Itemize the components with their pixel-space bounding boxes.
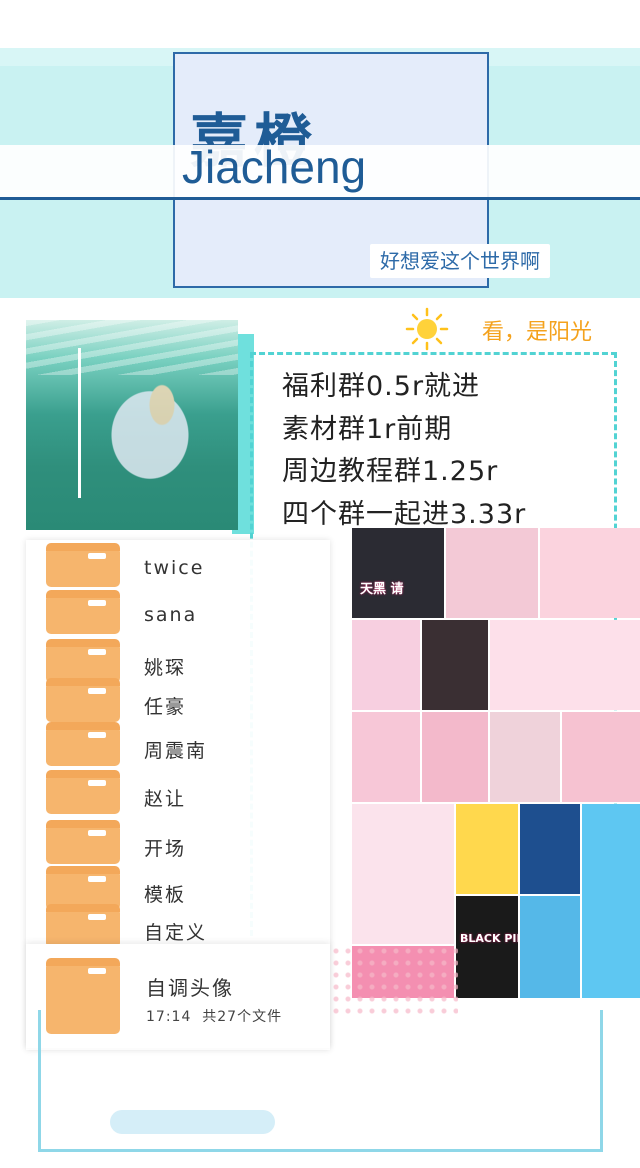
collage-tile: 天黑 请 (352, 528, 444, 618)
file-name: twice (144, 557, 205, 579)
folder-icon (46, 639, 120, 683)
collage-tile (562, 712, 640, 802)
file-name: 模板 (144, 884, 187, 906)
file-name: 自调头像 (146, 976, 234, 1000)
file-name: 周震南 (144, 740, 208, 762)
collage-tile (352, 620, 420, 710)
file-name: 姚琛 (144, 657, 187, 679)
collage-tile (520, 896, 580, 998)
collage-tile (540, 528, 640, 618)
collage-tile (422, 712, 488, 802)
collage-tile: BLACK PINK (456, 896, 518, 998)
folder-icon (46, 820, 120, 864)
collage-tile (456, 804, 518, 894)
file-item[interactable]: 开场 (26, 820, 356, 868)
file-item[interactable]: 赵让 (26, 770, 356, 818)
collage-tile (520, 804, 580, 894)
file-name: 赵让 (144, 788, 187, 810)
file-item[interactable]: twice (26, 543, 356, 591)
price-item: 素材群1r前期 (282, 413, 453, 445)
girl-figure (96, 360, 216, 510)
bottom-pill (110, 1110, 275, 1134)
pink-dot-pattern (330, 945, 458, 1015)
price-item: 周边教程群1.25r (282, 456, 499, 487)
file-name: 自定义 (144, 922, 208, 944)
file-name: 开场 (144, 838, 187, 860)
collage-tile (582, 804, 640, 998)
file-item[interactable]: sana (26, 590, 356, 638)
sun-caption: 看，是阳光 (482, 320, 593, 345)
price-item: 福利群0.5r就进 (282, 371, 481, 402)
file-name: 任豪 (144, 696, 187, 718)
folder-icon (46, 722, 120, 766)
underwater-photo (26, 320, 238, 530)
collage-tile (352, 712, 420, 802)
folder-icon (46, 904, 120, 948)
price-list: 福利群0.5r就进 素材群1r前期 周边教程群1.25r 四个群一起进3.33r (282, 366, 526, 536)
folder-icon (46, 590, 120, 634)
file-name: sana (144, 604, 198, 626)
photo-collage: 天黑 请 BLACK PINK (352, 528, 640, 998)
collage-tile (422, 620, 488, 710)
folder-icon (46, 770, 120, 814)
english-name: Jiacheng (182, 141, 367, 193)
collage-tile (490, 620, 640, 710)
file-item[interactable]: 周震南 (26, 722, 356, 770)
file-item[interactable]: 任豪 (26, 678, 356, 726)
sun-icon (405, 307, 449, 351)
photo-line (78, 348, 81, 498)
folder-icon (46, 678, 120, 722)
name-underline (0, 197, 640, 200)
folder-icon (46, 543, 120, 587)
slogan: 好想爱这个世界啊 (370, 244, 550, 278)
collage-tile (446, 528, 538, 618)
collage-tile (352, 804, 454, 944)
collage-tile (490, 712, 560, 802)
